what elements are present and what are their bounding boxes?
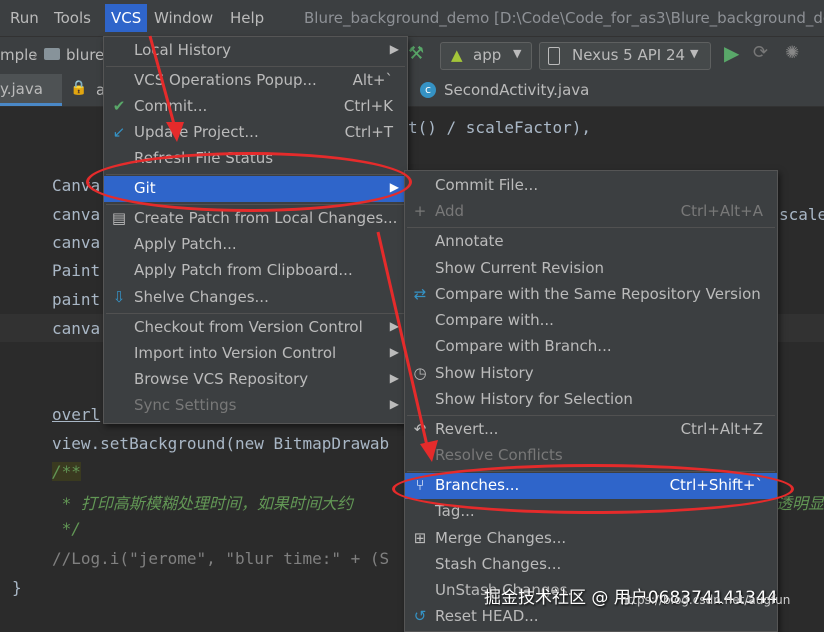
annotation-arrows [148, 35, 438, 462]
arrow-head-icon [166, 122, 184, 142]
arrow-line-to-branches [376, 231, 430, 451]
arrow-line-to-git [148, 35, 177, 129]
watermark-url: https://blog.csdn.net/augfun [620, 593, 791, 607]
arrow-head-icon [420, 440, 438, 462]
